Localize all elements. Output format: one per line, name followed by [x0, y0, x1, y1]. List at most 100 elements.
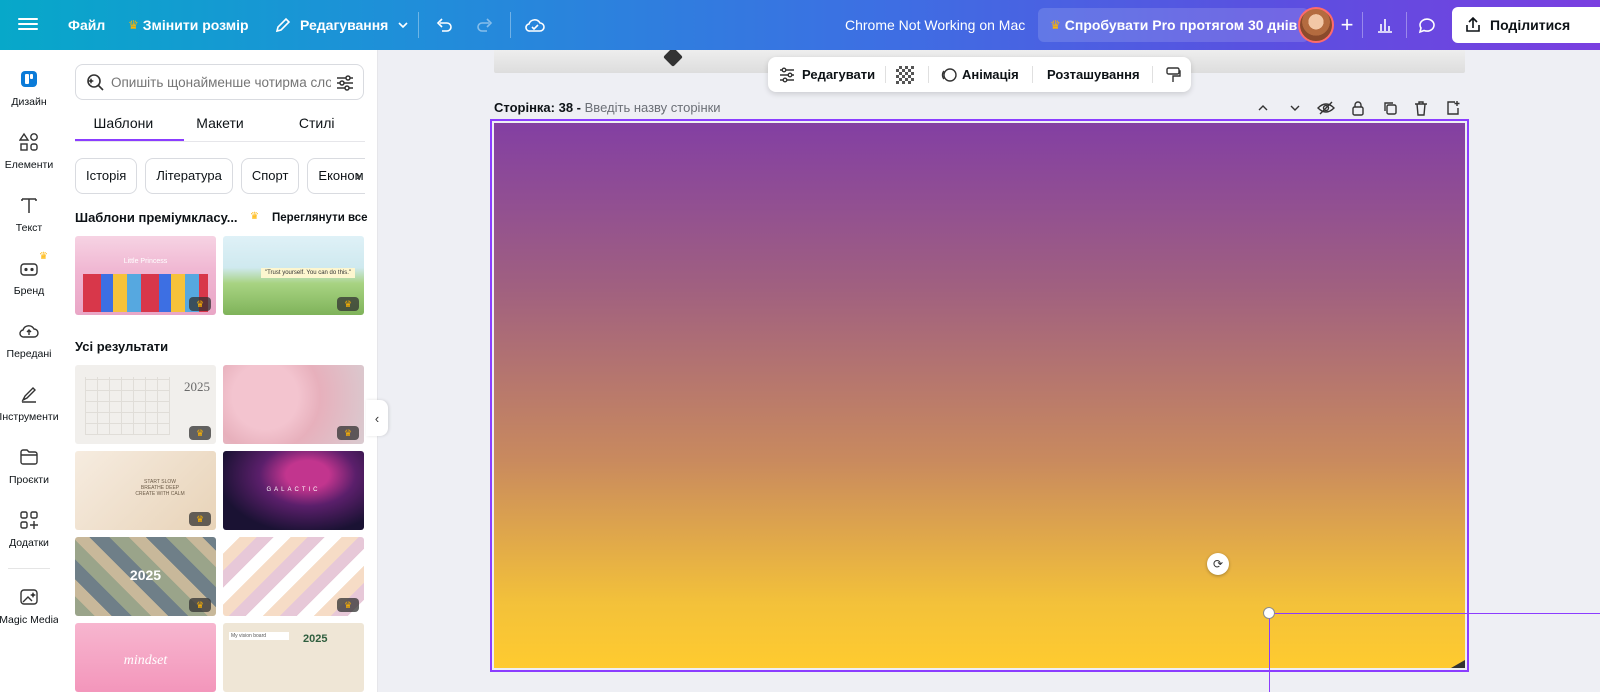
- template-thumbnail[interactable]: 2025 ♛: [75, 365, 216, 444]
- tab-styles[interactable]: Стилі: [268, 108, 365, 142]
- template-thumbnail-text: 2025: [303, 633, 328, 645]
- rail-item-elements[interactable]: Елементи: [0, 125, 58, 183]
- chart-icon[interactable]: [1372, 12, 1398, 38]
- trash-icon[interactable]: [1411, 98, 1431, 118]
- share-label: Поділитися: [1490, 17, 1571, 33]
- template-thumbnail[interactable]: 2025 ♛: [75, 537, 216, 616]
- filter-icon[interactable]: [335, 73, 355, 93]
- apps-icon: [18, 509, 40, 531]
- redo-icon[interactable]: [472, 12, 498, 38]
- calendar-grid: [85, 377, 170, 435]
- chip-literature[interactable]: Література: [145, 158, 233, 194]
- try-pro-label: Спробувати Pro протягом 30 днів: [1064, 17, 1298, 33]
- rail-label: Інструменти: [0, 411, 59, 423]
- try-pro-button[interactable]: ♛ Спробувати Pro протягом 30 днів: [1038, 8, 1310, 42]
- selection-guide: [1269, 614, 1270, 692]
- rail-label: Елементи: [4, 159, 54, 171]
- canvas-page[interactable]: [494, 123, 1465, 668]
- pro-crown-badge: ♛: [189, 512, 211, 526]
- chevron-up-icon[interactable]: [1253, 98, 1273, 118]
- templates-panel: Шаблони Макети Стилі Історія Література …: [58, 50, 378, 692]
- elements-icon: [18, 131, 40, 153]
- undo-icon[interactable]: [431, 12, 457, 38]
- pro-crown-badge: ♛: [189, 297, 211, 311]
- tools-icon: [18, 383, 40, 405]
- pencil-icon: [275, 17, 291, 33]
- page-label: Сторінка: 38 - Введіть назву сторінки: [494, 100, 721, 115]
- chevron-right-icon[interactable]: ›: [356, 167, 361, 183]
- page-number: Сторінка: 38 -: [494, 100, 582, 115]
- top-bar: Файл ♛ Змінити розмір Редагування Chrome…: [0, 0, 1600, 50]
- category-chips: Історія Література Спорт Економ: [75, 158, 365, 194]
- transparency-icon[interactable]: [896, 57, 914, 92]
- page-name-input[interactable]: Введіть назву сторінки: [585, 100, 721, 115]
- pro-crown-badge: ♛: [337, 598, 359, 612]
- premium-templates-title: Шаблони преміумкласу...: [75, 210, 238, 225]
- chip-sport[interactable]: Спорт: [240, 158, 300, 194]
- animation-label: Анімація: [962, 67, 1019, 82]
- tab-layouts[interactable]: Макети: [172, 108, 269, 142]
- search-input[interactable]: [111, 74, 331, 90]
- lock-icon[interactable]: [1348, 98, 1368, 118]
- corner-decoration: [1451, 660, 1465, 668]
- rail-item-projects[interactable]: Проєкти: [0, 440, 58, 498]
- rail-item-uploads[interactable]: Передані: [0, 314, 58, 372]
- template-thumbnail[interactable]: START SLOW BREATHE DEEP CREATE WITH CALM…: [75, 451, 216, 530]
- animation-button[interactable]: Анімація: [940, 57, 1019, 92]
- rail-label: Magic Media: [0, 614, 59, 626]
- rotate-icon[interactable]: ⟳: [1207, 553, 1229, 575]
- template-thumbnail[interactable]: ♛: [223, 365, 364, 444]
- pro-crown-badge: ♛: [337, 297, 359, 311]
- rail-item-brand[interactable]: ♛ Бренд: [0, 251, 58, 309]
- template-thumbnail[interactable]: GALACTIC: [223, 451, 364, 530]
- rail-label: Додатки: [9, 537, 49, 549]
- template-thumbnail[interactable]: mindset: [75, 623, 216, 692]
- template-thumbnail[interactable]: Little Princess ♛: [75, 236, 216, 315]
- chip-history[interactable]: Історія: [75, 158, 138, 194]
- share-button[interactable]: Поділитися: [1452, 7, 1600, 43]
- pro-crown-badge: ♛: [189, 598, 211, 612]
- avatar[interactable]: [1298, 7, 1334, 43]
- cloud-save-icon[interactable]: [522, 12, 548, 38]
- tab-templates[interactable]: Шаблони: [75, 108, 172, 142]
- crown-icon: ♛: [39, 251, 48, 262]
- plus-icon[interactable]: +: [1334, 12, 1360, 38]
- left-rail: Дизайн Елементи Текст ♛ Бренд Передані І…: [0, 50, 59, 692]
- resize-button[interactable]: ♛ Змінити розмір: [128, 8, 249, 42]
- template-thumbnail-text: 2025: [129, 567, 162, 583]
- rail-item-text[interactable]: Текст: [0, 188, 58, 246]
- edit-image-button[interactable]: Редагувати: [778, 57, 875, 92]
- crown-icon: ♛: [250, 211, 259, 222]
- edit-image-label: Редагувати: [802, 67, 876, 82]
- resize-handle[interactable]: [1263, 607, 1275, 619]
- rail-item-magic-media[interactable]: Magic Media: [0, 580, 59, 638]
- rail-item-apps[interactable]: Додатки: [0, 503, 58, 561]
- rail-item-design[interactable]: Дизайн: [0, 62, 58, 120]
- template-thumbnail[interactable]: "Trust yourself. You can do this." ♛: [223, 236, 364, 315]
- hide-eye-icon[interactable]: [1316, 98, 1336, 118]
- menu-icon[interactable]: [18, 15, 38, 35]
- comment-icon[interactable]: [1414, 12, 1440, 38]
- duplicate-icon[interactable]: [1380, 98, 1400, 118]
- edit-mode-button[interactable]: Редагування: [274, 8, 410, 42]
- edit-mode-label: Редагування: [300, 17, 389, 33]
- copy-style-icon[interactable]: [1164, 57, 1182, 92]
- active-tab-indicator: [75, 139, 184, 141]
- collapse-panel-button[interactable]: ‹: [366, 400, 388, 436]
- panel-tabs: Шаблони Макети Стилі: [75, 108, 365, 142]
- rail-label: Проєкти: [9, 474, 49, 486]
- template-thumbnail[interactable]: My vision board 2025: [223, 623, 364, 692]
- rail-item-tools[interactable]: Інструменти: [0, 377, 59, 435]
- file-menu-button[interactable]: Файл: [68, 8, 105, 42]
- chevron-down-icon: [398, 22, 408, 29]
- template-thumbnail-text: "Trust yourself. You can do this.": [261, 268, 355, 278]
- see-all-link[interactable]: Переглянути все: [272, 212, 368, 224]
- add-page-icon[interactable]: [1443, 98, 1463, 118]
- magic-media-icon: [18, 586, 40, 608]
- chevron-down-icon[interactable]: [1285, 98, 1305, 118]
- position-button[interactable]: Розташування: [1047, 57, 1140, 92]
- document-title[interactable]: Chrome Not Working on Mac: [845, 8, 1025, 42]
- search-box[interactable]: [75, 64, 364, 100]
- animation-icon: [941, 67, 957, 82]
- template-thumbnail[interactable]: ♛: [223, 537, 364, 616]
